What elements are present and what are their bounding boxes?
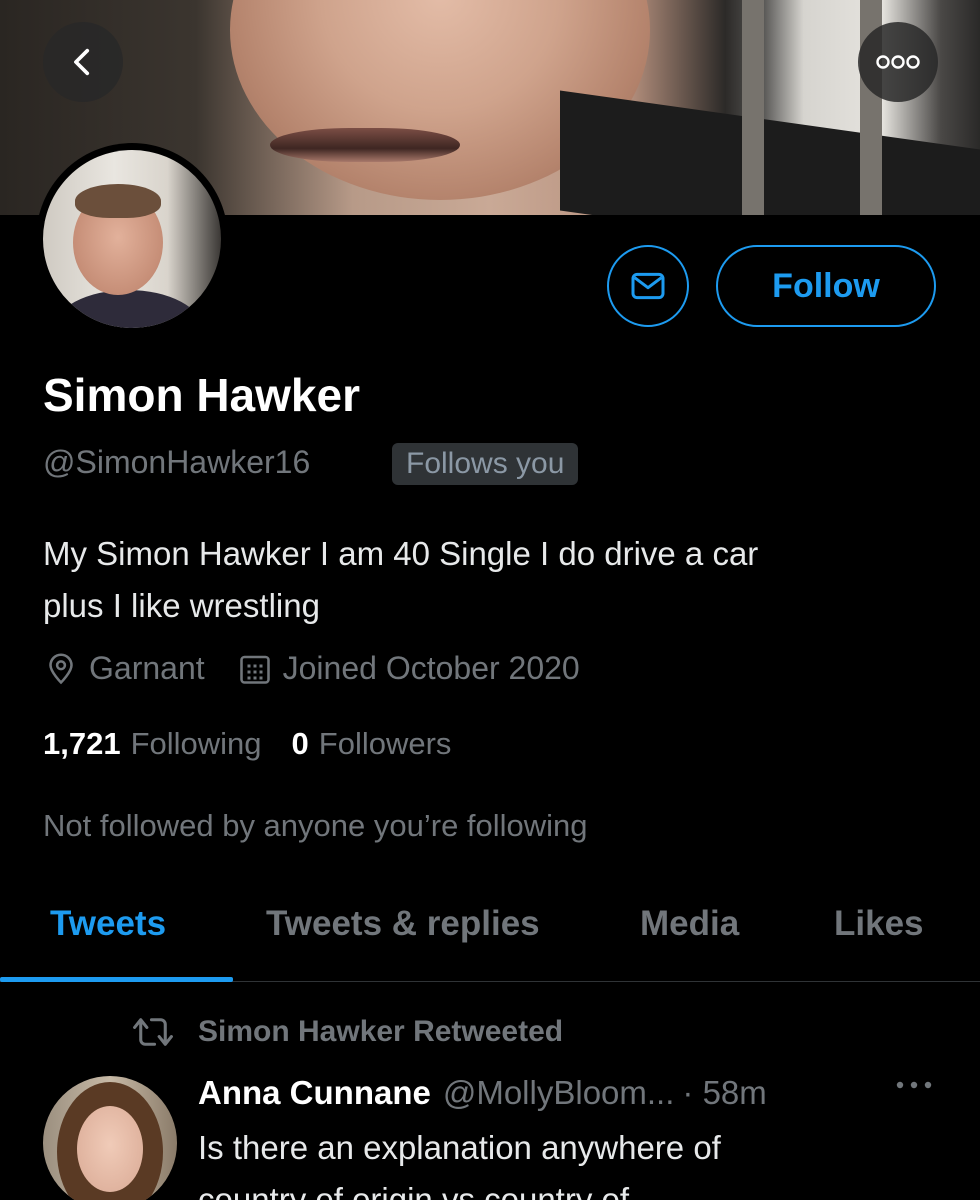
tab-likes[interactable]: Likes bbox=[834, 904, 924, 944]
followers-label: Followers bbox=[318, 726, 452, 761]
profile-page: Follow Simon Hawker @SimonHawker16 Follo… bbox=[0, 0, 980, 1200]
chevron-left-icon bbox=[74, 48, 90, 76]
profile-tabs: Tweets Tweets & replies Media Likes bbox=[0, 880, 980, 982]
tweet-author-name[interactable]: Anna Cunnane bbox=[198, 1074, 431, 1112]
following-count: 1,721 bbox=[43, 726, 121, 761]
tab-tweets[interactable]: Tweets bbox=[50, 904, 166, 944]
avatar-image bbox=[43, 150, 221, 328]
message-button[interactable] bbox=[607, 245, 689, 327]
retweet-icon bbox=[133, 1018, 173, 1046]
follow-button[interactable]: Follow bbox=[716, 245, 936, 327]
tweet-text[interactable]: Is there an explanation anywhere of coun… bbox=[198, 1122, 938, 1200]
profile-bio: My Simon Hawker I am 40 Single I do driv… bbox=[43, 528, 943, 632]
profile-name: Simon Hawker bbox=[43, 369, 360, 421]
following-label: Following bbox=[130, 726, 262, 761]
more-horizontal-icon bbox=[896, 1081, 932, 1089]
join-date-label: Joined October 2020 bbox=[282, 650, 580, 686]
location-pin-icon bbox=[49, 653, 73, 684]
tab-media[interactable]: Media bbox=[640, 904, 739, 944]
tweet-text-line: Is there an explanation anywhere of bbox=[198, 1129, 721, 1166]
location: Garnant bbox=[43, 650, 205, 687]
tweet-text-line: country of origin vs country of bbox=[198, 1181, 630, 1200]
profile-handle: @SimonHawker16 bbox=[43, 444, 311, 480]
profile-meta: Garnant Joined October 2020 bbox=[43, 650, 612, 687]
banner-mouth bbox=[270, 128, 460, 162]
tweet-author-handle[interactable]: @MollyBloom... bbox=[443, 1074, 675, 1112]
envelope-icon bbox=[631, 272, 665, 300]
mutual-followers-note: Not followed by anyone you’re following bbox=[43, 808, 588, 843]
following-link[interactable]: 1,721 Following bbox=[43, 726, 262, 762]
tweet-more-button[interactable] bbox=[894, 1078, 934, 1096]
more-circle-icon bbox=[876, 55, 920, 69]
back-button[interactable] bbox=[43, 22, 123, 102]
bio-line: plus I like wrestling bbox=[43, 587, 320, 624]
banner-window-frame bbox=[742, 0, 764, 215]
location-label: Garnant bbox=[89, 650, 205, 686]
active-tab-indicator bbox=[0, 977, 233, 982]
tweet-author-avatar[interactable] bbox=[43, 1076, 177, 1200]
more-options-button[interactable] bbox=[858, 22, 938, 102]
bio-line: My Simon Hawker I am 40 Single I do driv… bbox=[43, 535, 759, 572]
profile-avatar[interactable] bbox=[36, 143, 228, 335]
tweet-timestamp[interactable]: · 58m bbox=[682, 1074, 766, 1112]
banner-shirt bbox=[560, 90, 980, 215]
calendar-icon bbox=[239, 655, 270, 684]
followers-link[interactable]: 0 Followers bbox=[292, 726, 452, 762]
follows-you-badge: Follows you bbox=[392, 443, 579, 485]
join-date: Joined October 2020 bbox=[237, 650, 580, 687]
followers-count: 0 bbox=[291, 726, 309, 761]
tweet-header: Anna Cunnane @MollyBloom... · 58m bbox=[198, 1074, 767, 1112]
follow-stats: 1,721 Following 0 Followers bbox=[43, 726, 481, 762]
tab-tweets-replies[interactable]: Tweets & replies bbox=[266, 904, 540, 944]
retweeted-by-label: Simon Hawker Retweeted bbox=[198, 1015, 564, 1048]
retweet-context[interactable]: Simon Hawker Retweeted bbox=[130, 1015, 563, 1049]
